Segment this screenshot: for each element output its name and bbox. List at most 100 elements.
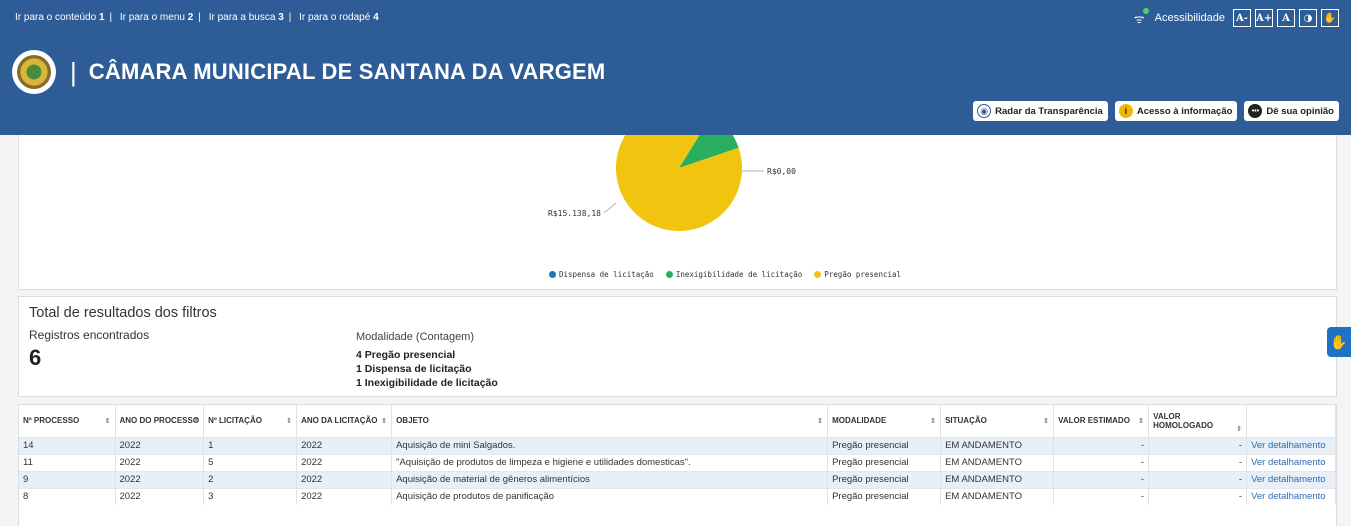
cell-processo: 9	[19, 470, 116, 488]
cell-objeto: Aquisição de material de gêneros aliment…	[391, 470, 829, 488]
reset-font-button[interactable]: A	[1277, 9, 1295, 27]
signal-icon: ᯤ	[1134, 7, 1149, 27]
increase-font-button[interactable]: A+	[1255, 9, 1273, 27]
speech-bubble-icon: •••	[1248, 104, 1263, 118]
cell-situacao: EM ANDAMENTO	[940, 453, 1055, 471]
cell-valor-homologado: -	[1148, 487, 1248, 505]
skip-to-content-link[interactable]: Ir para o conteúdo 1	[15, 12, 105, 23]
de-sua-opiniao-button[interactable]: ••• Dê sua opinião	[1244, 101, 1339, 121]
col-header-situacao[interactable]: SITUAÇÃO ⇕	[940, 405, 1055, 437]
data-label-leader-line	[603, 202, 617, 214]
cell-objeto: "Aquisição de produtos de limpeza e higi…	[391, 453, 829, 471]
legend-item-dispensa[interactable]: Dispensa de licitação	[549, 270, 654, 279]
cell-licitacao: 5	[203, 453, 298, 471]
cell-modalidade: Pregão presencial	[827, 470, 942, 488]
modalidade-item: 4 Pregão presencial	[356, 349, 456, 361]
cell-licitacao: 3	[203, 487, 298, 505]
brand: | CÂMARA MUNICIPAL DE SANTANA DA VARGEM	[12, 50, 605, 94]
cell-valor-estimado: -	[1053, 453, 1150, 471]
cell-ver-detalhamento: Ver detalhamento	[1246, 453, 1336, 471]
cell-valor-homologado: -	[1148, 453, 1248, 471]
de-sua-opiniao-label: Dê sua opinião	[1266, 105, 1334, 117]
cell-situacao: EM ANDAMENTO	[940, 487, 1055, 505]
vlibras-sign-language-button[interactable]: ✋	[1327, 327, 1351, 357]
sort-icon: ⇕	[381, 418, 388, 425]
col-header-processo[interactable]: Nº PROCESSO ⇕	[19, 405, 116, 437]
ver-detalhamento-link[interactable]: Ver detalhamento	[1251, 440, 1325, 451]
site-title[interactable]: CÂMARA MUNICIPAL DE SANTANA DA VARGEM	[89, 59, 606, 85]
pie-chart: R$0,00 R$15.138,18	[548, 135, 796, 231]
cell-modalidade: Pregão presencial	[827, 487, 942, 505]
modalidade-item: 1 Inexigibilidade de licitação	[356, 377, 498, 389]
cell-ver-detalhamento: Ver detalhamento	[1246, 470, 1336, 488]
cell-processo: 11	[19, 453, 116, 471]
radar-transparencia-label: Radar da Transparência	[995, 105, 1103, 117]
col-header-modalidade[interactable]: MODALIDADE ⇕	[827, 405, 942, 437]
cell-ano-processo: 2022	[115, 453, 205, 471]
cell-situacao: EM ANDAMENTO	[940, 436, 1055, 454]
cell-objeto: Aquisição de mini Salgados.	[391, 436, 829, 454]
cell-objeto: Aquisição de produtos de panificação	[391, 487, 829, 505]
ver-detalhamento-link[interactable]: Ver detalhamento	[1251, 491, 1325, 502]
cell-valor-homologado: -	[1148, 470, 1248, 488]
chart-legend: Dispensa de licitação Inexigibilidade de…	[549, 270, 901, 279]
col-header-valor-estimado[interactable]: VALOR ESTIMADO ⇕	[1053, 405, 1150, 437]
cell-ano-licitacao: 2022	[296, 487, 393, 505]
legend-item-inexigibilidade[interactable]: Inexigibilidade de licitação	[665, 270, 802, 279]
skip-links: Ir para o conteúdo 1 | Ir para o menu 2 | …	[15, 12, 379, 23]
cell-ano-licitacao: 2022	[296, 453, 393, 471]
col-header-objeto[interactable]: OBJETO ⇕	[391, 405, 829, 437]
cell-ano-licitacao: 2022	[296, 436, 393, 454]
cell-modalidade: Pregão presencial	[827, 453, 942, 471]
cell-processo: 14	[19, 436, 116, 454]
radar-transparencia-button[interactable]: ◉ Radar da Transparência	[973, 101, 1108, 121]
chart-card: R$0,00 R$15.138,18 Dispensa de licitação …	[18, 135, 1337, 290]
cell-processo: 8	[19, 487, 116, 505]
skip-to-menu-link[interactable]: Ir para o menu 2	[120, 12, 193, 23]
col-header-actions	[1246, 405, 1336, 437]
legend-swatch	[665, 271, 673, 278]
records-label: Registros encontrados	[29, 328, 150, 342]
col-header-ano-licitacao[interactable]: ANO DA LICITAÇÃO ⇕	[296, 405, 393, 437]
sort-icon: ⇕	[286, 418, 293, 425]
filter-results-summary: Total de resultados dos filtros Registro…	[18, 296, 1337, 397]
table-row[interactable]: 8 2022 3 2022 Aquisição de produtos de panif…	[19, 487, 1336, 505]
table-row[interactable]: 9 2022 2 2022 Aquisição de material de gêner…	[19, 470, 1336, 488]
sort-icon: ⇕	[930, 418, 937, 425]
legend-item-pregao[interactable]: Pregão presencial	[814, 270, 901, 279]
cell-valor-homologado: -	[1148, 436, 1248, 454]
table-header-row: Nº PROCESSO ⇕ ANO DO PROCESSO ⇕ Nº LICITAÇ…	[19, 405, 1336, 437]
sign-language-button[interactable]: ✋	[1321, 9, 1339, 27]
legend-label: Pregão presencial	[824, 270, 902, 279]
cell-ano-processo: 2022	[115, 487, 205, 505]
acesso-informacao-button[interactable]: i Acesso à informação	[1114, 101, 1238, 121]
cell-situacao: EM ANDAMENTO	[940, 470, 1055, 488]
col-header-valor-homologado[interactable]: VALOR HOMOLOGADO ⇕	[1148, 405, 1248, 437]
licitacoes-table-container: Nº PROCESSO ⇕ ANO DO PROCESSO ⇕ Nº LICITAÇ…	[18, 404, 1337, 526]
ver-detalhamento-link[interactable]: Ver detalhamento	[1251, 457, 1325, 468]
ver-detalhamento-link[interactable]: Ver detalhamento	[1251, 474, 1325, 485]
legend-swatch	[549, 271, 556, 278]
sort-icon: ⇕	[1236, 426, 1243, 433]
pie-data-label: R$15.138,18	[548, 209, 601, 218]
col-header-licitacao[interactable]: Nº LICITAÇÃO ⇕	[203, 405, 298, 437]
legend-label: Dispensa de licitação	[559, 270, 654, 279]
licitacoes-table: Nº PROCESSO ⇕ ANO DO PROCESSO ⇕ Nº LICITAÇ…	[19, 405, 1336, 505]
sort-icon: ⇕	[1043, 418, 1050, 425]
info-icon: i	[1118, 104, 1133, 118]
table-row[interactable]: 11 2022 5 2022 "Aquisição de produtos de lim…	[19, 453, 1336, 471]
col-header-ano-processo[interactable]: ANO DO PROCESSO ⇕	[115, 405, 205, 437]
skip-to-search-link[interactable]: Ir para a busca 3	[209, 12, 284, 23]
accessibility-bar: ᯤ Acessibilidade A- A+ A ◑ ✋	[1134, 7, 1339, 27]
municipal-seal-logo[interactable]	[12, 50, 56, 94]
cell-valor-estimado: -	[1053, 487, 1150, 505]
skip-to-footer-link[interactable]: Ir para o rodapé 4	[299, 12, 379, 23]
contrast-button[interactable]: ◑	[1299, 9, 1317, 27]
decrease-font-button[interactable]: A-	[1233, 9, 1251, 27]
cell-ver-detalhamento: Ver detalhamento	[1246, 487, 1336, 505]
table-row[interactable]: 14 2022 1 2022 Aquisição de mini Salgados. Pr…	[19, 436, 1336, 454]
legend-swatch	[814, 271, 822, 278]
cell-licitacao: 2	[203, 470, 298, 488]
cell-ano-processo: 2022	[115, 470, 205, 488]
modalidade-label: Modalidade (Contagem)	[356, 331, 475, 343]
